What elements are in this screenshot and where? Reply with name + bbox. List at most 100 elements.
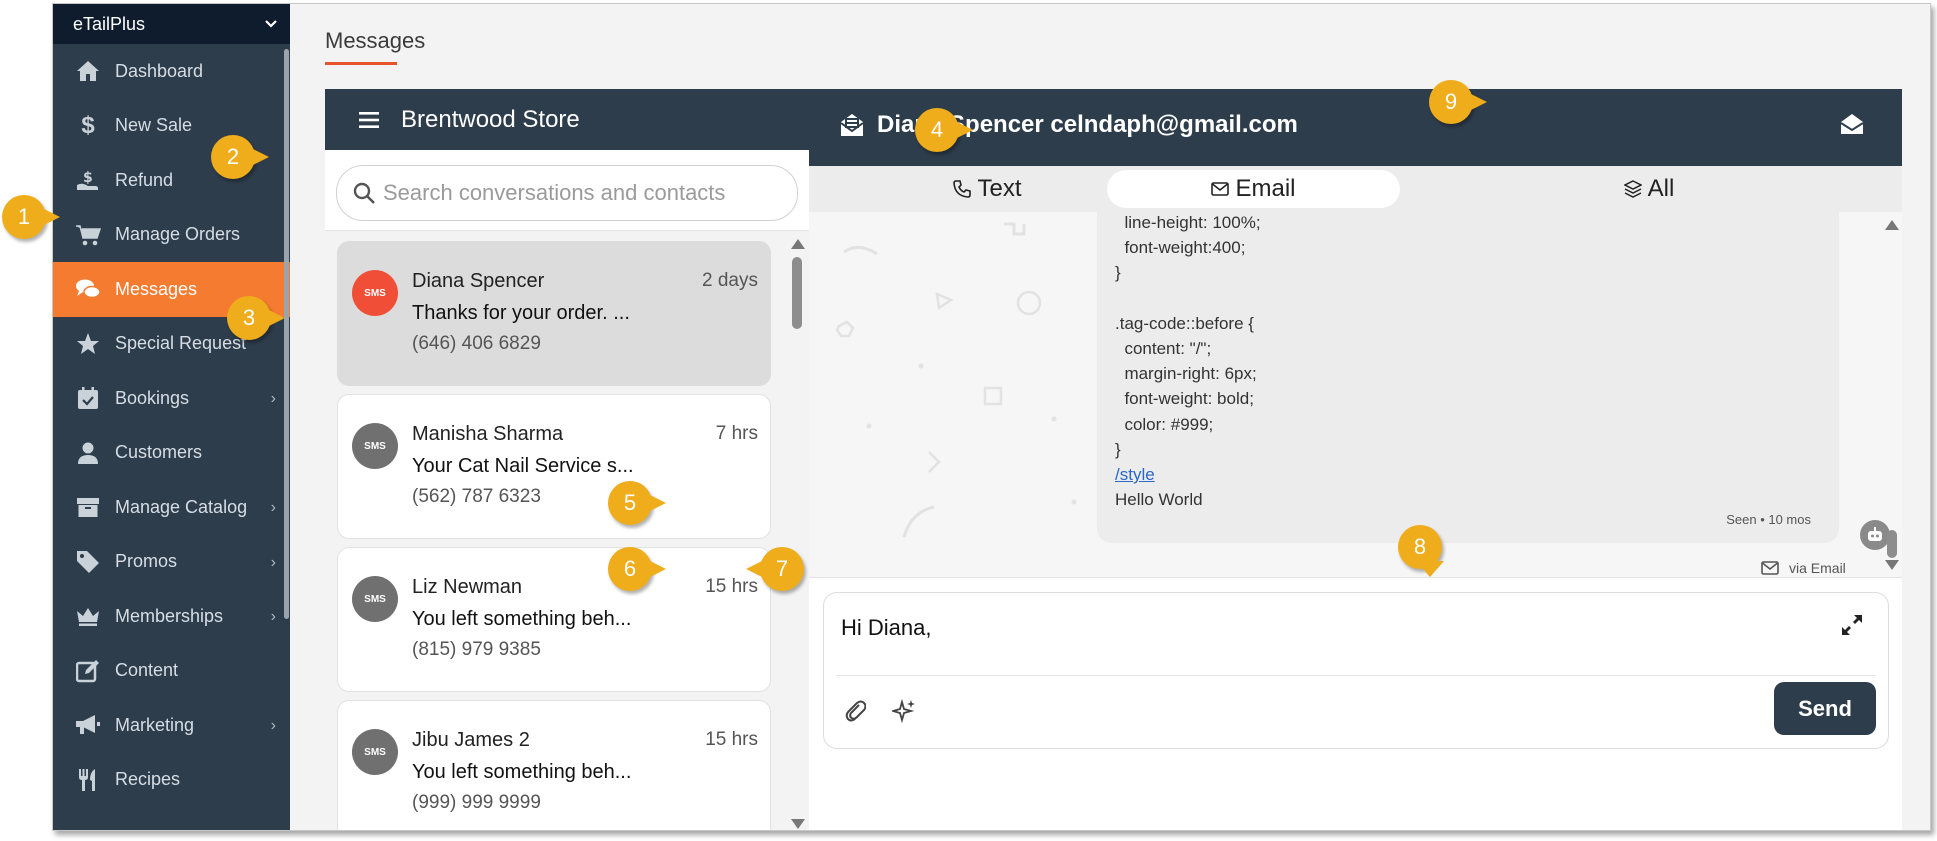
message-link[interactable]: /style <box>1115 465 1155 484</box>
via-text: via Email <box>1789 560 1846 576</box>
callout-pointer <box>263 307 285 329</box>
sidebar-item-memberships[interactable]: Memberships › <box>53 589 290 644</box>
sidebar-item-label: Dashboard <box>115 60 204 81</box>
callout-number: 4 <box>930 117 944 142</box>
message-input[interactable]: Hi Diana, <box>841 615 931 641</box>
background-pattern <box>835 222 1077 538</box>
phone-icon <box>953 180 972 198</box>
tab-label: All <box>1647 175 1675 202</box>
callout-marker: 8 <box>1398 525 1444 577</box>
title-underline <box>325 62 397 65</box>
conversation-name: Diana Spencer <box>412 270 545 292</box>
utensils-icon <box>75 767 101 793</box>
callout-marker: 6 <box>608 547 666 591</box>
seen-status: Seen • 10 mos <box>1726 512 1811 527</box>
conversation-item-manisha-sharma[interactable]: SMS Manisha Sharma 7 hrs Your Cat Nail S… <box>337 394 771 539</box>
store-name: Brentwood Store <box>401 105 580 133</box>
envelope-icon <box>1761 561 1779 575</box>
scroll-thumb[interactable] <box>792 257 802 329</box>
code-line: } <box>1115 263 1121 283</box>
app-window: eTailPlus Dashboard $ New Sale $ Refund … <box>52 3 1931 831</box>
composer-divider <box>836 675 1876 676</box>
sidebar-item-new-sale[interactable]: $ New Sale <box>53 99 290 154</box>
chevron-down-icon <box>265 20 277 28</box>
envelope-icon <box>1211 182 1230 196</box>
sidebar-scrollbar[interactable] <box>284 49 289 619</box>
sidebar-item-manage-catalog[interactable]: Manage Catalog › <box>53 480 290 535</box>
callout-number: 8 <box>1413 534 1427 559</box>
callout-marker: 3 <box>227 296 285 340</box>
svg-text:$: $ <box>83 170 93 186</box>
ai-sparkle-icon[interactable] <box>892 699 916 723</box>
dollar-icon: $ <box>81 111 95 139</box>
search-box[interactable] <box>336 165 798 221</box>
callout-marker: 9 <box>1429 80 1487 124</box>
scroll-down-icon[interactable] <box>1885 560 1899 570</box>
sidebar-item-dashboard[interactable]: Dashboard <box>53 44 290 99</box>
callout-pointer <box>38 206 60 228</box>
conversation-time: 15 hrs <box>705 729 758 750</box>
conversation-name: Jibu James 2 <box>412 729 530 751</box>
callout-number: 2 <box>226 144 240 169</box>
code-line: font-weight: bold; <box>1115 389 1254 409</box>
sms-avatar-icon: SMS <box>352 270 398 316</box>
conversation-phone: (646) 406 6829 <box>412 333 541 354</box>
refund-icon: $ <box>75 167 101 193</box>
sidebar-item-manage-orders[interactable]: Manage Orders <box>53 208 290 263</box>
tab-email[interactable]: Email <box>1107 170 1400 208</box>
scroll-up-icon[interactable] <box>791 239 805 249</box>
conversation-item-diana-spencer[interactable]: SMS Diana Spencer 2 days Thanks for your… <box>337 241 771 386</box>
sidebar-item-label: Content <box>115 660 179 681</box>
callout-pointer <box>644 558 666 580</box>
scroll-thumb[interactable] <box>1887 530 1897 558</box>
sidebar-item-promos[interactable]: Promos › <box>53 535 290 590</box>
chevron-right-icon: › <box>270 390 276 407</box>
conversation-item-jibu-james-2[interactable]: SMS Jibu James 2 15 hrs You left somethi… <box>337 700 771 830</box>
callout-marker: 2 <box>211 135 269 179</box>
tab-all[interactable]: All <box>1409 170 1889 208</box>
paperclip-icon[interactable] <box>844 699 866 723</box>
sidebar-item-label: Marketing <box>115 714 195 735</box>
tab-label: Text <box>977 175 1022 202</box>
sidebar-item-label: Recipes <box>115 769 181 790</box>
menu-icon[interactable] <box>359 111 379 129</box>
sidebar-item-label: New Sale <box>115 115 193 136</box>
conversation-item-liz-newman[interactable]: SMS Liz Newman 15 hrs You left something… <box>337 547 771 692</box>
callout-pointer <box>247 146 269 168</box>
search-area <box>325 150 809 231</box>
code-line: font-weight:400; <box>1115 238 1246 258</box>
code-line: color: #999; <box>1115 414 1214 434</box>
sidebar-item-label: Memberships <box>115 605 224 626</box>
scroll-up-icon[interactable] <box>1885 220 1899 230</box>
brand-selector[interactable]: eTailPlus <box>53 4 290 44</box>
message-thread: line-height: 100%; font-weight:400; } .t… <box>809 212 1902 578</box>
code-line: .tag-code::before { <box>1115 313 1254 333</box>
callout-pointer <box>746 558 768 580</box>
search-input[interactable] <box>381 179 785 207</box>
sms-avatar-icon: SMS <box>352 729 398 775</box>
sidebar-item-bookings[interactable]: Bookings › <box>53 371 290 426</box>
store-header: Brentwood Store <box>325 89 809 150</box>
mark-read-icon[interactable] <box>1840 113 1864 135</box>
conversation-phone: (999) 999 9999 <box>412 792 541 813</box>
thread-scrollbar[interactable] <box>1885 220 1899 570</box>
sidebar-item-content[interactable]: Content <box>53 644 290 699</box>
sidebar-item-label: Messages <box>115 278 198 299</box>
sidebar-item-customers[interactable]: Customers <box>53 426 290 481</box>
conversation-list-scrollbar[interactable] <box>790 239 805 829</box>
callout-number: 5 <box>623 490 637 515</box>
sidebar-item-label: Manage Catalog <box>115 496 248 517</box>
send-button[interactable]: Send <box>1774 682 1876 735</box>
chevron-right-icon: › <box>270 608 276 625</box>
callout-number: 6 <box>623 556 637 581</box>
sms-avatar-icon: SMS <box>352 576 398 622</box>
callout-marker: 7 <box>746 547 804 591</box>
layers-icon <box>1623 180 1642 198</box>
conversation-time: 7 hrs <box>715 423 758 444</box>
sidebar-item-recipes[interactable]: Recipes <box>53 753 290 808</box>
scroll-down-icon[interactable] <box>791 819 805 829</box>
sidebar-item-label: Bookings <box>115 387 190 408</box>
expand-icon[interactable] <box>1840 613 1864 637</box>
sms-avatar-icon: SMS <box>352 423 398 469</box>
sidebar-item-marketing[interactable]: Marketing › <box>53 698 290 753</box>
